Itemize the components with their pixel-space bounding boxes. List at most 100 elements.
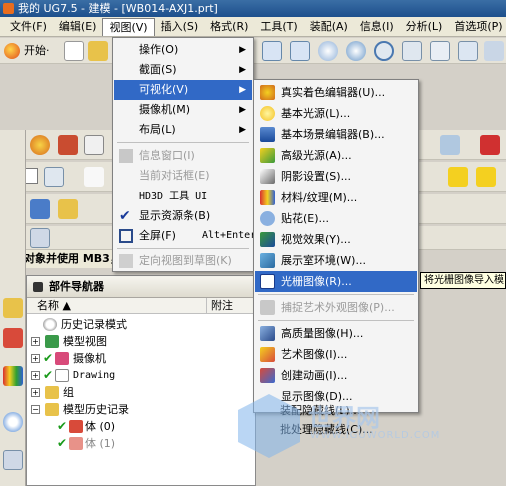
solid-render-icon[interactable]	[480, 135, 500, 155]
view-menu-layout[interactable]: 布局(L) ▶	[114, 120, 252, 140]
menu-information[interactable]: 信息(I)	[354, 18, 400, 36]
submenu-create-animation[interactable]: 创建动画(I)...	[255, 365, 417, 386]
menu-item-label: 阴影设置(S)...	[281, 170, 352, 183]
pan-icon[interactable]	[346, 41, 366, 61]
view-orient-icon[interactable]	[458, 41, 478, 61]
rotate-icon[interactable]	[374, 41, 394, 61]
high-quality-icon	[260, 326, 275, 341]
column-note[interactable]: 附注	[207, 298, 233, 313]
display-mode-icon[interactable]	[484, 41, 504, 61]
tree-row-history-mode[interactable]: 历史记录模式	[27, 316, 255, 333]
checkmark-icon[interactable]: ✔	[57, 437, 68, 449]
menu-tools[interactable]: 工具(T)	[254, 18, 303, 36]
submenu-advanced-light[interactable]: 高级光源(A)...	[255, 145, 417, 166]
menu-item-label: 基本光源(L)...	[281, 107, 351, 120]
new-file-icon[interactable]	[64, 41, 84, 61]
open-folder-icon[interactable]	[88, 41, 108, 61]
checkmark-icon[interactable]: ✔	[57, 420, 68, 432]
color-table-icon[interactable]	[58, 135, 78, 155]
start-button[interactable]: 开始·	[2, 41, 54, 61]
submenu-shadow[interactable]: 阴影设置(S)...	[255, 166, 417, 187]
expand-icon[interactable]: +	[31, 388, 40, 397]
web-browser-icon[interactable]	[3, 412, 23, 432]
menu-file[interactable]: 文件(F)	[4, 18, 53, 36]
zoom-window-icon[interactable]	[290, 41, 310, 61]
resource-bar	[0, 130, 26, 486]
reuse-library-icon[interactable]	[3, 366, 23, 386]
view-menu-fullscreen[interactable]: 全屏(F) Alt+Enter	[114, 226, 256, 246]
menu-insert[interactable]: 插入(S)	[155, 18, 205, 36]
submenu-visual-effects[interactable]: 视觉效果(Y)...	[255, 229, 417, 250]
submenu-batch-hidden-line[interactable]: 批处理隐藏线(C)...	[254, 419, 416, 440]
submenu-high-quality[interactable]: 高质量图像(H)...	[255, 323, 417, 344]
revolve-icon[interactable]	[30, 199, 50, 219]
menu-item-label: 装配隐藏线(L)...	[280, 404, 361, 417]
navigator-pin-icon[interactable]	[33, 282, 43, 292]
snap-icon[interactable]	[448, 167, 468, 187]
assembly-navigator-icon[interactable]	[3, 298, 23, 318]
fit-view-icon[interactable]	[262, 41, 282, 61]
menu-assembly[interactable]: 装配(A)	[304, 18, 354, 36]
tree-row-model-views[interactable]: + 模型视图	[27, 333, 255, 350]
grid-icon[interactable]	[84, 135, 104, 155]
submenu-true-shading[interactable]: 真实着色编辑器(U)...	[255, 82, 417, 103]
submenu-art-image[interactable]: 艺术图像(I)...	[255, 344, 417, 365]
column-name[interactable]: 名称 ▲	[27, 298, 207, 313]
hole-icon[interactable]	[58, 199, 78, 219]
submenu-material[interactable]: 材料/纹理(M)...	[255, 187, 417, 208]
perspective-icon[interactable]	[402, 41, 422, 61]
menu-separator	[258, 294, 414, 295]
layer-icon[interactable]	[44, 167, 64, 187]
zoom-icon[interactable]	[318, 41, 338, 61]
checkmark-icon[interactable]: ✔	[43, 369, 54, 381]
navigator-column-header: 名称 ▲ 附注	[27, 298, 255, 314]
view-menu-operation[interactable]: 操作(O) ▶	[114, 40, 252, 60]
view-menu-current-dialog[interactable]: 当前对话框(E)	[114, 166, 252, 186]
collapse-icon[interactable]: −	[31, 405, 40, 414]
submenu-arrow-icon: ▶	[239, 85, 246, 95]
history-icon[interactable]	[3, 450, 23, 470]
menu-edit[interactable]: 编辑(E)	[53, 18, 103, 36]
palette-icon[interactable]	[30, 135, 50, 155]
menu-format[interactable]: 格式(R)	[204, 18, 254, 36]
view-menu-section[interactable]: 截面(S) ▶	[114, 60, 252, 80]
checkmark-icon: ✔	[119, 208, 131, 224]
view-menu-hd3d-tools[interactable]: HD3D 工具 UI	[114, 186, 252, 206]
expand-icon[interactable]: +	[31, 354, 40, 363]
view-menu-visualization[interactable]: 可视化(V) ▶	[114, 80, 252, 100]
csys-icon[interactable]	[84, 167, 104, 187]
text-icon[interactable]	[30, 228, 50, 248]
tree-row-drawing[interactable]: + ✔ Drawing	[27, 367, 255, 384]
wireframe-icon[interactable]	[430, 41, 450, 61]
submenu-decal[interactable]: 贴花(E)...	[255, 208, 417, 229]
expand-icon[interactable]: +	[31, 337, 40, 346]
submenu-capture-art[interactable]: 捕捉艺术外观图像(P)...	[255, 297, 417, 318]
tree-row-body-0[interactable]: ✔ 体 (0)	[27, 418, 255, 435]
checkmark-icon[interactable]: ✔	[43, 352, 54, 364]
tree-row-group[interactable]: + 组	[27, 384, 255, 401]
view-menu-show-resource-bar[interactable]: ✔ 显示资源条(B)	[114, 206, 252, 226]
drawing-icon	[55, 369, 69, 382]
menu-item-label: 材料/纹理(M)...	[281, 191, 358, 204]
submenu-arrow-icon: ▶	[239, 45, 246, 55]
menu-preferences[interactable]: 首选项(P)	[448, 18, 506, 36]
expand-icon[interactable]: +	[31, 371, 40, 380]
menu-view[interactable]: 视图(V)	[102, 17, 155, 36]
menu-item-label: 摄像机(M)	[139, 103, 191, 116]
submenu-raster-image[interactable]: 光栅图像(R)...	[255, 271, 417, 292]
view-menu-orient-to-sketch[interactable]: 定向视图到草图(K)	[114, 251, 252, 271]
submenu-showroom[interactable]: 展示室环境(W)...	[255, 250, 417, 271]
menu-analysis[interactable]: 分析(L)	[400, 18, 449, 36]
submenu-assembly-hidden-line[interactable]: 装配隐藏线(L)...	[254, 400, 416, 421]
shading-icon[interactable]	[440, 135, 460, 155]
point-icon[interactable]	[476, 167, 496, 187]
tree-row-camera[interactable]: + ✔ 摄像机	[27, 350, 255, 367]
tree-row-body-1[interactable]: ✔ 体 (1)	[27, 435, 255, 452]
constraint-navigator-icon[interactable]	[3, 328, 23, 348]
column-name-label: 名称	[37, 299, 59, 312]
tree-row-model-history[interactable]: − 模型历史记录	[27, 401, 255, 418]
submenu-basic-light[interactable]: 基本光源(L)...	[255, 103, 417, 124]
submenu-scene-editor[interactable]: 基本场景编辑器(B)...	[255, 124, 417, 145]
view-menu-info-window[interactable]: 信息窗口(I)	[114, 146, 252, 166]
view-menu-camera[interactable]: 摄像机(M) ▶	[114, 100, 252, 120]
